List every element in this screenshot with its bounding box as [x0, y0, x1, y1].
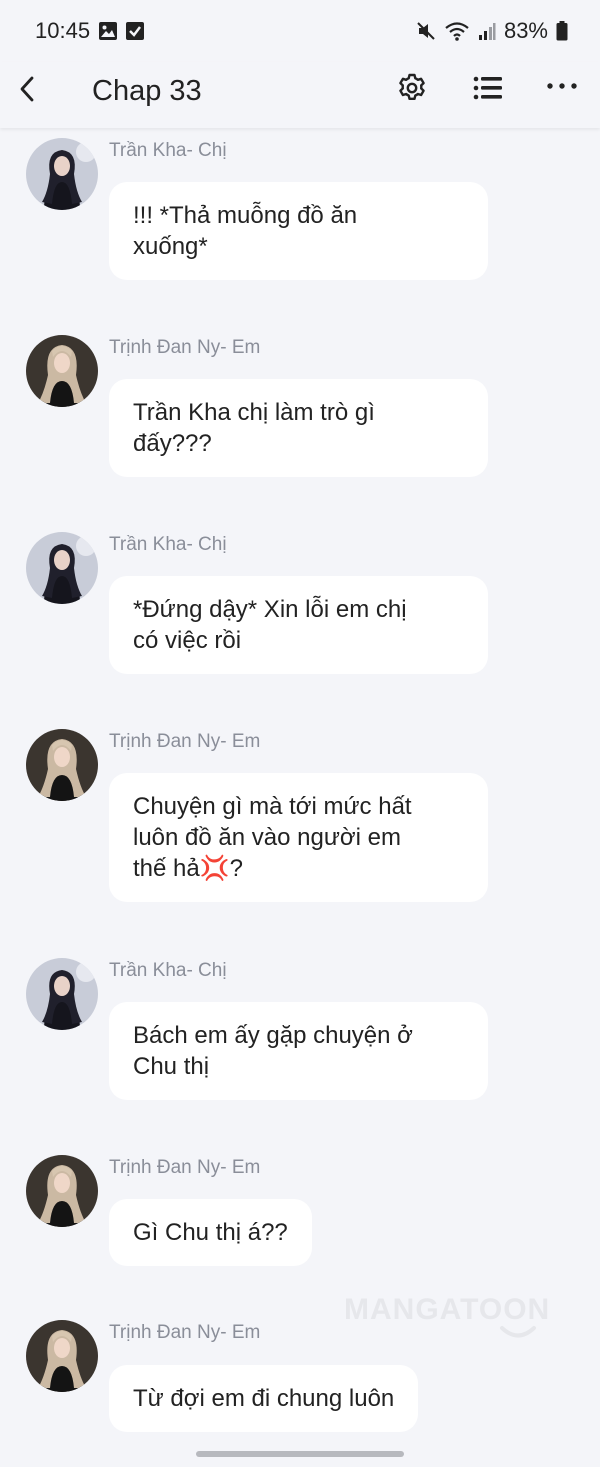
check-box-icon — [126, 22, 144, 40]
avatar-light-hair[interactable] — [26, 335, 98, 407]
avatar-light-hair-image — [26, 335, 98, 407]
message-bubble: *Đứng dậy* Xin lỗi em chị có việc rồi — [109, 576, 488, 674]
avatar-dark-hair[interactable] — [26, 138, 98, 210]
more-icon[interactable] — [546, 80, 578, 92]
avatar-dark-hair[interactable] — [26, 532, 98, 604]
page-title: Chap 33 — [92, 75, 202, 107]
avatar-light-hair[interactable] — [26, 1155, 98, 1227]
avatar-light-hair-image — [26, 1320, 98, 1392]
battery-icon — [556, 21, 568, 41]
avatar-dark-hair-image — [26, 958, 98, 1030]
sender-name: Trần Kha- Chị — [109, 534, 227, 555]
list-icon[interactable] — [472, 74, 504, 102]
avatar-dark-hair[interactable] — [26, 958, 98, 1030]
mute-icon — [417, 22, 435, 40]
battery-percent: 83% — [503, 18, 548, 43]
avatar-light-hair-image — [26, 729, 98, 801]
message-bubble: !!! *Thả muỗng đồ ăn xuống* — [109, 182, 488, 280]
message-bubble: Bách em ấy gặp chuyện ở Chu thị — [109, 1002, 488, 1100]
sender-name: Trịnh Đan Ny- Em — [109, 731, 261, 752]
message-bubble: Trần Kha chị làm trò gì đấy??? — [109, 379, 488, 477]
status-bar: 10:45 83% — [0, 0, 600, 62]
sender-name: Trịnh Đan Ny- Em — [109, 337, 261, 358]
watermark: MANGATOON — [344, 1293, 551, 1326]
message-bubble: Từ đợi em đi chung luôn — [109, 1365, 419, 1432]
message-bubble: Chuyện gì mà tới mức hất luôn đồ ăn vào … — [109, 773, 488, 902]
image-icon — [99, 22, 117, 40]
gear-icon[interactable] — [396, 72, 428, 104]
avatar-dark-hair-image — [26, 138, 98, 210]
watermark-smile-icon — [500, 1326, 536, 1338]
app-bar: Chap 33 — [0, 62, 600, 128]
back-arrow-icon[interactable] — [16, 74, 42, 104]
sender-name: Trần Kha- Chị — [109, 140, 227, 161]
sender-name: Trần Kha- Chị — [109, 960, 227, 981]
home-indicator[interactable] — [196, 1451, 404, 1457]
avatar-light-hair-image — [26, 1155, 98, 1227]
wifi-icon — [445, 22, 469, 41]
sender-name: Trịnh Đan Ny- Em — [109, 1322, 261, 1343]
signal-icon — [478, 23, 496, 40]
message-bubble: Gì Chu thị á?? — [109, 1199, 312, 1266]
avatar-light-hair[interactable] — [26, 729, 98, 801]
avatar-dark-hair-image — [26, 532, 98, 604]
status-right: 83% — [416, 18, 568, 44]
sender-name: Trịnh Đan Ny- Em — [109, 1157, 261, 1178]
avatar-light-hair[interactable] — [26, 1320, 98, 1392]
status-time: 10:45 — [35, 18, 91, 43]
